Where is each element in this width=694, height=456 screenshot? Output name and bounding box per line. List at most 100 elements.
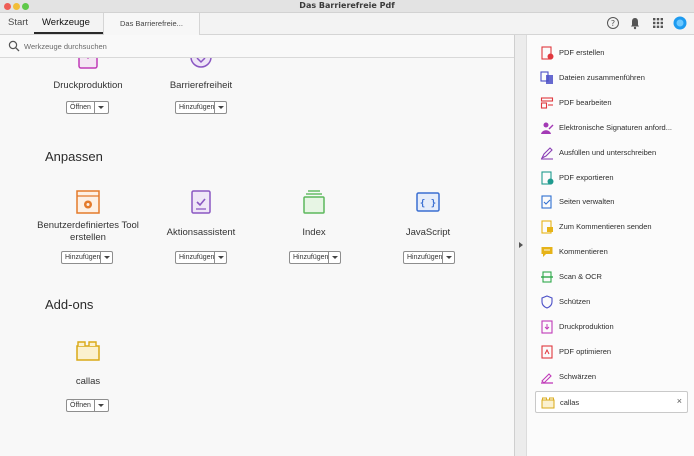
callas-folder-icon (76, 341, 100, 361)
button-label: Hinzufügen (65, 254, 100, 261)
bell-icon[interactable] (628, 16, 642, 30)
add-button[interactable]: Hinzufügen (403, 251, 455, 264)
right-panel-item-label: PDF bearbeiten (559, 97, 612, 107)
right-panel-item-label: callas (560, 398, 580, 407)
right-panel-item[interactable]: Zum Kommentieren senden (527, 216, 694, 238)
section-title-addons: Add-ons (45, 297, 94, 312)
close-icon[interactable]: × (677, 396, 682, 406)
active-tab-indicator (34, 32, 103, 34)
right-panel-item-label: Scan & OCR (559, 272, 602, 282)
right-panel-item-label: PDF optimieren (559, 346, 612, 356)
right-panel-item[interactable]: Kommentieren (527, 241, 694, 263)
comment-icon (541, 247, 553, 258)
tool-label: JavaScript (405, 227, 451, 238)
javascript-icon: { } (416, 192, 440, 212)
right-panel-item-label: Seiten verwalten (559, 197, 615, 207)
optimize-pdf-icon (541, 345, 553, 359)
chevron-down-icon[interactable] (93, 400, 106, 411)
fill-sign-icon (540, 146, 553, 160)
right-panel-item[interactable]: Druckproduktion (527, 316, 694, 338)
combine-files-icon (540, 71, 553, 84)
chevron-down-icon[interactable] (214, 102, 226, 113)
chevron-down-icon[interactable] (100, 252, 112, 263)
chevron-down-icon[interactable] (93, 102, 106, 113)
right-panel-item-label: PDF erstellen (559, 48, 605, 57)
apps-grid-icon[interactable] (651, 16, 665, 30)
scan-icon (541, 271, 553, 283)
right-panel-item[interactable]: Ausfüllen und unterschreiben (527, 142, 694, 164)
button-label: Öffnen (70, 104, 91, 111)
window-title: Das Barrierefreie Pdf (299, 1, 395, 10)
add-button[interactable]: Hinzufügen (175, 101, 227, 114)
action-wizard-icon (191, 190, 211, 214)
search-icon (8, 40, 20, 52)
svg-text:?: ? (611, 19, 615, 28)
right-panel-item-label: PDF exportieren (559, 172, 614, 182)
edit-pdf-icon (540, 97, 554, 109)
add-button[interactable]: Hinzufügen (175, 251, 227, 264)
right-panel-item-label: Zum Kommentieren senden (559, 222, 652, 232)
right-panel-item[interactable]: PDF optimieren (527, 341, 694, 363)
search-input[interactable] (24, 39, 324, 53)
protect-icon (541, 295, 553, 309)
send-comment-icon (541, 220, 553, 234)
right-panel-item-label: Elektronische Signaturen anford... (559, 122, 672, 132)
button-label: Hinzufügen (407, 254, 442, 261)
right-panel-item[interactable]: PDF bearbeiten (527, 92, 694, 114)
right-panel-item[interactable]: PDF erstellen (527, 42, 694, 64)
chevron-down-icon[interactable] (214, 252, 226, 263)
right-panel-item[interactable]: Dateien zusammenführen (527, 67, 694, 89)
right-panel-item-label: Druckproduktion (559, 321, 614, 331)
open-button[interactable]: Öffnen (66, 399, 109, 412)
print-production-icon (541, 320, 553, 334)
right-panel-item-label: Dateien zusammenführen (559, 72, 645, 82)
collapse-panel-icon[interactable] (516, 240, 526, 250)
tab-tools[interactable]: Werkzeuge (42, 17, 90, 28)
right-panel-item[interactable]: Schwärzen (527, 366, 694, 388)
button-label: Hinzufügen (179, 254, 214, 261)
right-panel-item-label: Schwärzen (559, 371, 597, 381)
tool-label: Aktionsassistent (166, 227, 236, 238)
organize-pages-icon (541, 195, 552, 209)
tab-start[interactable]: Start (8, 17, 28, 28)
index-icon (303, 190, 325, 214)
right-panel-item-label: Kommentieren (559, 247, 608, 257)
open-button[interactable]: Öffnen (66, 101, 109, 114)
right-panel-item[interactable]: Scan & OCR (527, 266, 694, 288)
section-title-customize: Anpassen (45, 149, 103, 164)
right-panel-item[interactable]: Elektronische Signaturen anford... (527, 117, 694, 139)
tool-label: Index (302, 227, 326, 238)
tools-main-panel: Druckproduktion Öffnen Barrierefreiheit … (0, 58, 514, 456)
tab-document-label: Das Barrierefreie... (120, 19, 183, 28)
svg-text:{ }: { } (420, 199, 436, 209)
request-signature-icon (541, 122, 554, 134)
export-pdf-icon (541, 170, 554, 185)
right-tools-panel: PDF erstellen Dateien zusammenführen PDF b… (526, 35, 694, 456)
button-label: Öffnen (70, 402, 91, 409)
title-bar: Das Barrierefreie Pdf (0, 0, 694, 13)
right-panel-item-callas[interactable]: callas × (535, 391, 688, 413)
right-panel-item[interactable]: Schützen (527, 291, 694, 313)
add-button[interactable]: Hinzufügen (61, 251, 113, 264)
panel-divider (514, 35, 515, 456)
tab-document[interactable]: Das Barrierefreie... (103, 13, 200, 35)
right-panel-item[interactable]: PDF exportieren (527, 167, 694, 189)
avatar[interactable] (673, 16, 687, 30)
right-panel-item-label: Ausfüllen und unterschreiben (559, 147, 657, 157)
accessibility-icon (190, 58, 212, 68)
print-production-icon (78, 58, 98, 69)
help-icon[interactable]: ? (606, 16, 620, 30)
chevron-down-icon[interactable] (328, 252, 340, 263)
tool-label: Barrierefreiheit (169, 80, 233, 91)
right-panel-item[interactable]: Seiten verwalten (527, 191, 694, 213)
button-label: Hinzufügen (179, 104, 214, 111)
custom-tool-gear-icon (76, 190, 100, 214)
tool-label: Druckproduktion (53, 80, 123, 91)
pdf-create-icon (541, 46, 554, 60)
redact-icon (541, 372, 553, 384)
tool-label: Benutzerdefiniertes Tool erstellen (37, 220, 139, 243)
callas-folder-icon (541, 397, 555, 409)
button-label: Hinzufügen (293, 254, 328, 261)
chevron-down-icon[interactable] (442, 252, 454, 263)
add-button[interactable]: Hinzufügen (289, 251, 341, 264)
